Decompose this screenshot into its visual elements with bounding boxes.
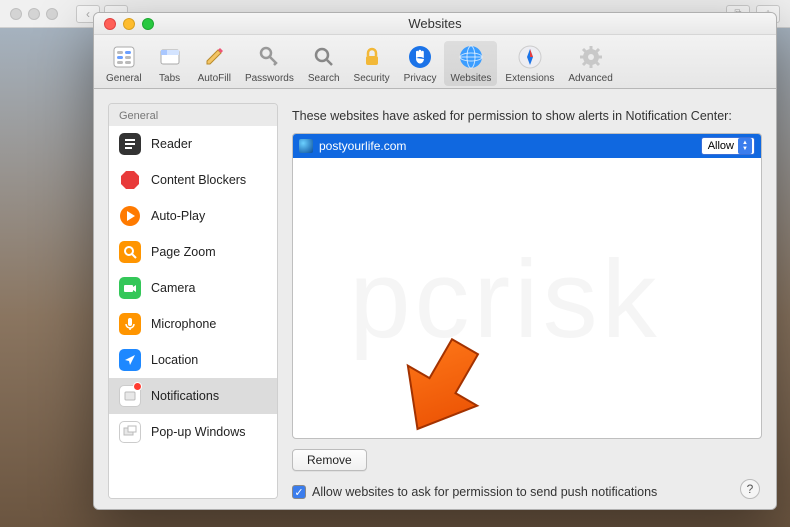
websites-list[interactable]: postyourlife.com Allow ▲▼ [292,133,762,439]
search-icon [310,43,338,71]
lock-icon [358,43,386,71]
toolbar-advanced[interactable]: Advanced [562,41,618,86]
zoom-icon [119,241,141,263]
sidebar-item-label: Location [151,353,198,367]
sidebar-item-label: Reader [151,137,192,151]
allow-ask-checkbox[interactable]: ✓ [292,485,306,499]
sidebar-item-label: Content Blockers [151,173,246,187]
sidebar-item-notifications[interactable]: Notifications [109,378,277,414]
window-title: Websites [94,16,776,31]
updown-icon: ▲▼ [738,138,752,154]
bg-traffic-dot [46,8,58,20]
sidebar-item-label: Auto-Play [151,209,205,223]
preferences-window: Websites General Tabs AutoFill Passwords [93,12,777,510]
permission-value: Allow [708,140,734,152]
sidebar-item-reader[interactable]: Reader [109,126,277,162]
toolbar-label: Search [308,73,340,84]
sidebar-item-content-blockers[interactable]: Content Blockers [109,162,277,198]
main-panel: These websites have asked for permission… [292,103,762,499]
permission-select[interactable]: Allow ▲▼ [701,137,755,155]
toolbar-label: Extensions [505,73,554,84]
sidebar-item-camera[interactable]: Camera [109,270,277,306]
gear-icon [577,43,605,71]
toolbar-label: Privacy [404,73,437,84]
hand-icon [406,43,434,71]
toolbar-websites[interactable]: Websites [444,41,497,86]
toolbar-label: Tabs [159,73,180,84]
site-favicon-icon [299,139,313,153]
remove-button[interactable]: Remove [292,449,367,471]
sidebar-item-label: Microphone [151,317,216,331]
microphone-icon [119,313,141,335]
help-button[interactable]: ? [740,479,760,499]
toolbar-passwords[interactable]: Passwords [239,41,300,86]
switches-icon [110,43,138,71]
toolbar-label: Websites [450,73,491,84]
toolbar-privacy[interactable]: Privacy [398,41,443,86]
sidebar-item-label: Page Zoom [151,245,216,259]
sidebar-item-page-zoom[interactable]: Page Zoom [109,234,277,270]
toolbar-search[interactable]: Search [302,41,346,86]
website-row[interactable]: postyourlife.com Allow ▲▼ [293,134,761,158]
pencil-icon [200,43,228,71]
titlebar: Websites [94,13,776,35]
bg-traffic-dot [10,8,22,20]
toolbar-general[interactable]: General [100,41,148,86]
play-icon [119,205,141,227]
toolbar-tabs[interactable]: Tabs [150,41,190,86]
sidebar-item-microphone[interactable]: Microphone [109,306,277,342]
sidebar-item-label: Camera [151,281,195,295]
toolbar-autofill[interactable]: AutoFill [192,41,237,86]
location-icon [119,349,141,371]
compass-icon [516,43,544,71]
toolbar-label: Advanced [568,73,612,84]
key-icon [255,43,283,71]
sidebar-item-popup-windows[interactable]: Pop-up Windows [109,414,277,450]
notification-badge [133,382,142,391]
toolbar-label: Passwords [245,73,294,84]
reader-icon [119,133,141,155]
checkbox-label: Allow websites to ask for permission to … [312,485,657,499]
toolbar-label: General [106,73,142,84]
sidebar-item-label: Notifications [151,389,219,403]
toolbar-label: AutoFill [198,73,231,84]
toolbar-label: Security [354,73,390,84]
sidebar-item-location[interactable]: Location [109,342,277,378]
camera-icon [119,277,141,299]
tabs-icon [156,43,184,71]
description-text: These websites have asked for permission… [292,109,762,123]
bg-traffic-dot [28,8,40,20]
stop-icon [119,169,141,191]
globe-icon [457,43,485,71]
site-name: postyourlife.com [319,139,695,153]
toolbar-extensions[interactable]: Extensions [499,41,560,86]
preferences-toolbar: General Tabs AutoFill Passwords Search [94,35,776,89]
toolbar-security[interactable]: Security [348,41,396,86]
sidebar-item-label: Pop-up Windows [151,425,246,439]
sidebar-item-auto-play[interactable]: Auto-Play [109,198,277,234]
sidebar-header: General [109,104,277,126]
popup-icon [119,421,141,443]
sidebar: General Reader Content Blockers [108,103,278,499]
